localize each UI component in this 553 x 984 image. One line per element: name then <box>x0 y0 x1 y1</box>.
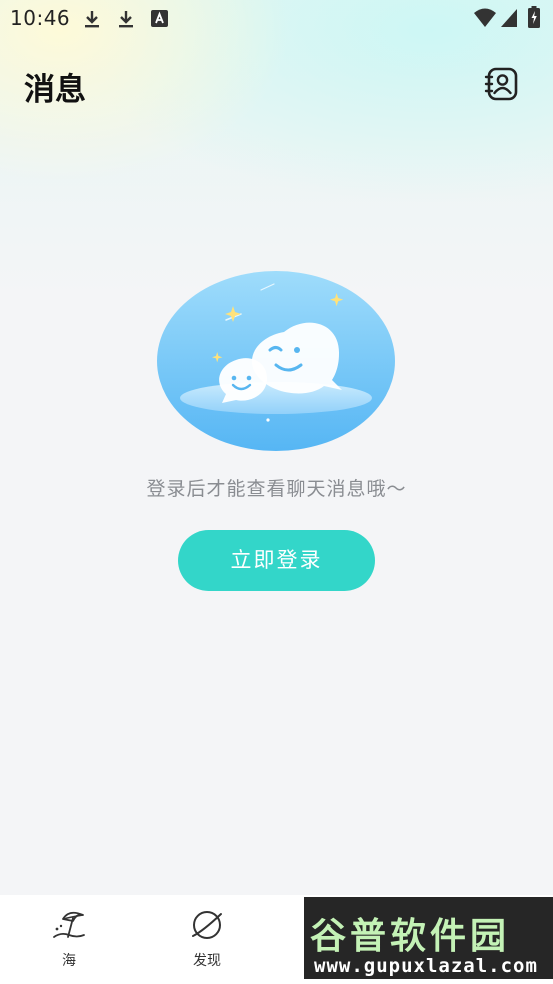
watermark-title: 谷普软件园 <box>310 916 511 957</box>
tab-sea[interactable]: 海 <box>0 895 138 984</box>
chat-bubbles-illustration <box>157 271 395 451</box>
wifi-icon <box>474 8 496 27</box>
status-time: 10:46 <box>10 6 71 30</box>
header-gradient-background <box>0 0 553 300</box>
signal-icon <box>501 9 517 27</box>
tab-discover[interactable]: 发现 <box>138 895 276 984</box>
watermark-url: www.gupuxlazal.com <box>314 955 538 977</box>
download-icon <box>119 11 133 28</box>
tab-label: 发现 <box>193 953 221 969</box>
planet-icon <box>192 911 222 939</box>
empty-state-message: 登录后才能查看聊天消息哦～ <box>146 478 407 500</box>
beach-umbrella-icon <box>53 911 85 938</box>
page-title: 消息 <box>24 72 86 108</box>
text-a-icon <box>151 10 168 27</box>
battery-charging-icon <box>528 6 540 28</box>
login-button[interactable]: 立即登录 <box>178 530 375 591</box>
watermark: 谷普软件园 www.gupuxlazal.com <box>304 897 553 979</box>
status-bar: 10:46 <box>0 0 553 38</box>
contacts-icon[interactable] <box>484 66 520 102</box>
download-icon <box>85 11 99 28</box>
tab-label: 海 <box>62 953 76 969</box>
